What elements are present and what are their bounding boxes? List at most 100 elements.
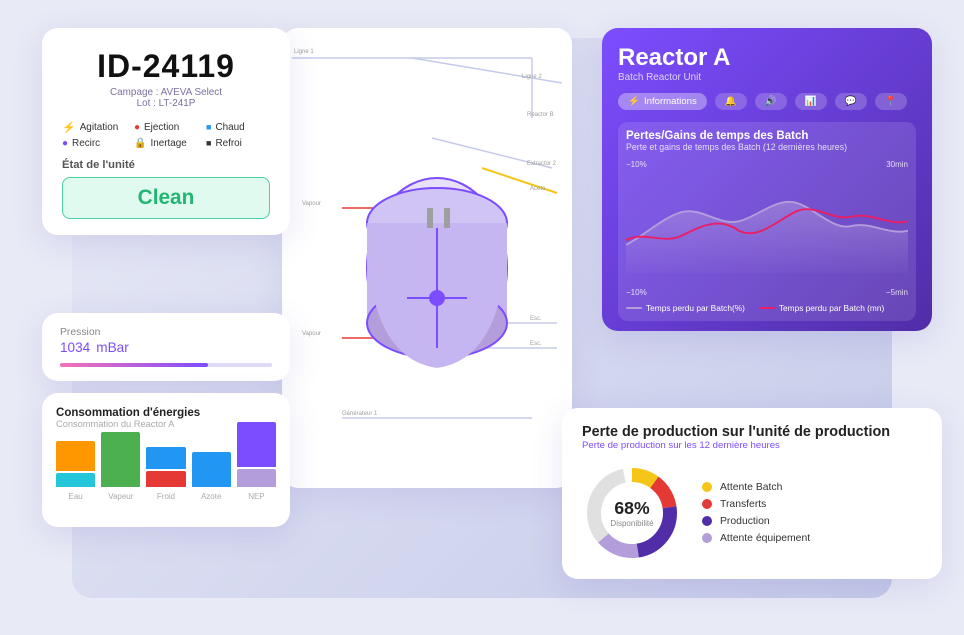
diagram-card: Ligne 1 Ligne 2 Reactor B Extractor 2 Ac… <box>282 28 572 488</box>
chart-y-bottom: −10% −5min <box>626 288 908 297</box>
ejection-label: Ejection <box>144 122 179 133</box>
status-inertage: 🔒 Inertage <box>134 138 198 149</box>
chaud-icon: ■ <box>206 122 211 132</box>
pressure-number: 1034 <box>60 340 90 355</box>
svg-text:Esc.: Esc. <box>530 316 542 322</box>
legend-label-2: Temps perdu par Batch (mn) <box>779 303 884 313</box>
production-content: 68% Disponibilité Attente Batch Transfer… <box>582 463 922 563</box>
bell-icon: 🔔 <box>725 96 737 107</box>
svg-text:Générateur 1: Générateur 1 <box>342 411 378 417</box>
tab-location[interactable]: 📍 <box>875 93 907 110</box>
donut-text: Disponibilité <box>610 519 653 528</box>
bar-eau-label: Eau <box>68 492 82 501</box>
legend-dot-light-purple <box>702 533 712 543</box>
reactor-card: Reactor A Batch Reactor Unit ⚡ Informati… <box>602 28 932 331</box>
svg-text:Vapour: Vapour <box>302 331 321 337</box>
legend-item-1: Temps perdu par Batch(%) <box>626 303 745 313</box>
recirc-icon: ● <box>62 138 68 149</box>
pressure-unit: mBar <box>96 340 128 355</box>
production-title: Perte de production sur l'unité de produ… <box>582 424 922 440</box>
y-label-left2: −10% <box>626 288 647 297</box>
bar-azote-blue <box>192 452 231 487</box>
svg-text:Aceto: Aceto <box>530 186 546 192</box>
chaud-label: Chaud <box>215 122 244 133</box>
bar-vapeur-stack <box>101 422 140 487</box>
pressure-bar-fill <box>60 363 208 367</box>
tab-chart[interactable]: 📊 <box>795 93 827 110</box>
tab-informations[interactable]: ⚡ Informations <box>618 93 707 110</box>
tab-chat[interactable]: 💬 <box>835 93 867 110</box>
agitation-label: Agitation <box>80 122 119 133</box>
donut-label: 68% Disponibilité <box>610 498 653 528</box>
chat-icon: 💬 <box>845 96 857 107</box>
legend-dot-purple <box>702 516 712 526</box>
legend-attente-equip-label: Attente équipement <box>720 533 810 544</box>
id-number: ID-24119 <box>62 48 270 85</box>
legend-attente-batch: Attente Batch <box>702 482 810 493</box>
bar-eau-stack <box>56 422 95 487</box>
legend-label-1: Temps perdu par Batch(%) <box>646 303 745 313</box>
bar-nep-stack <box>237 422 276 487</box>
tab-bell[interactable]: 🔔 <box>715 93 747 110</box>
volume-icon: 🔊 <box>765 96 777 107</box>
reactor-subtitle: Batch Reactor Unit <box>618 72 916 83</box>
svg-text:Vapour: Vapour <box>302 201 321 207</box>
bar-azote-stack <box>192 422 231 487</box>
chart-y-top: −10% 30min <box>626 160 908 169</box>
bar-nep: NEP <box>237 422 276 501</box>
production-card: Perte de production sur l'unité de produ… <box>562 408 942 579</box>
recirc-label: Recirc <box>72 138 100 149</box>
bar-eau-orange <box>56 441 95 471</box>
energy-card: Consommation d'énergies Consommation du … <box>42 393 290 527</box>
inertage-label: Inertage <box>150 138 186 149</box>
tab-informations-label: Informations <box>644 96 697 107</box>
lock-icon: 🔒 <box>134 138 146 149</box>
location-icon: 📍 <box>885 96 897 107</box>
bar-vapeur-label: Vapeur <box>108 492 133 501</box>
chart-legend: Temps perdu par Batch(%) Temps perdu par… <box>626 303 908 313</box>
legend-transferts-label: Transferts <box>720 499 766 510</box>
status-refroi: ■ Refroi <box>206 138 270 149</box>
bar-nep-purple <box>237 422 276 467</box>
chart-title: Pertes/Gains de temps des Batch <box>626 130 908 142</box>
svg-text:Ligne 1: Ligne 1 <box>294 49 314 55</box>
unit-state-label: État de l'unité <box>62 159 270 171</box>
production-subtitle: Perte de production sur les 12 dernière … <box>582 440 922 451</box>
diagram-svg: Ligne 1 Ligne 2 Reactor B Extractor 2 Ac… <box>282 28 572 488</box>
legend-attente-equipement: Attente équipement <box>702 533 810 544</box>
legend-line-1 <box>626 307 642 309</box>
donut-percent: 68% <box>610 498 653 519</box>
legend-line-2 <box>759 307 775 309</box>
chart-subtitle: Perte et gains de temps des Batch (12 de… <box>626 142 908 152</box>
status-recirc: ● Recirc <box>62 138 126 149</box>
y-label-right: 30min <box>886 160 908 169</box>
status-items: ⚡ Agitation ● Ejection ■ Chaud ● Recirc … <box>62 121 270 149</box>
legend-attente-batch-label: Attente Batch <box>720 482 782 493</box>
bolt-tab-icon: ⚡ <box>628 96 640 107</box>
pressure-label: Pression <box>60 327 272 338</box>
chart-icon: 📊 <box>805 96 817 107</box>
legend-transferts: Transferts <box>702 499 810 510</box>
bar-froid: Froid <box>146 422 185 501</box>
bar-eau-teal <box>56 473 95 487</box>
pressure-card: Pression 1034 mBar <box>42 313 290 381</box>
bar-vapeur: Vapeur <box>101 422 140 501</box>
bar-froid-red <box>146 471 185 487</box>
status-ejection: ● Ejection <box>134 121 198 134</box>
lot-label: Lot : LT-241P <box>62 98 270 109</box>
id-card: ID-24119 Campage : AVEVA Select Lot : LT… <box>42 28 290 235</box>
svg-text:Extractor 2: Extractor 2 <box>527 161 557 167</box>
reactor-title: Reactor A <box>618 44 916 72</box>
legend-dot-yellow <box>702 482 712 492</box>
bar-chart: Eau Vapeur Froid <box>56 437 276 517</box>
legend-production: Production <box>702 516 810 527</box>
campaign-label: Campage : AVEVA Select <box>62 87 270 98</box>
bar-eau: Eau <box>56 422 95 501</box>
y-label-right2: −5min <box>886 288 908 297</box>
ejection-icon: ● <box>134 122 140 133</box>
legend-dot-red <box>702 499 712 509</box>
y-label-left: −10% <box>626 160 647 169</box>
tab-volume[interactable]: 🔊 <box>755 93 787 110</box>
svg-text:Reactor B: Reactor B <box>527 112 554 118</box>
clean-badge: Clean <box>62 177 270 219</box>
